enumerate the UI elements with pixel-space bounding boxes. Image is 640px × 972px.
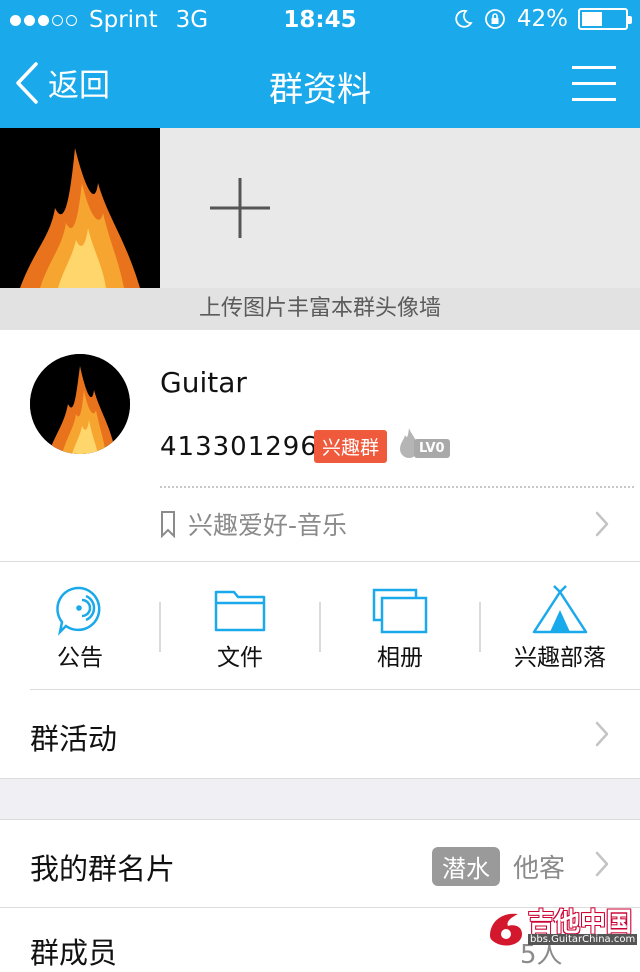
chevron-right-icon: [595, 511, 609, 537]
announcement-icon: [56, 586, 101, 636]
navigation-bar: 返回 群资料: [0, 40, 640, 128]
bonfire-image: [0, 128, 160, 288]
section-gap: [0, 778, 640, 820]
files-button[interactable]: 文件: [160, 562, 320, 690]
group-info-card: Guitar 413301296 兴趣群 LV0 兴趣爱好-音乐: [0, 330, 640, 562]
album-button[interactable]: 相册: [320, 562, 480, 690]
bonfire-avatar-image: [30, 354, 130, 454]
tribe-tent-icon: [532, 585, 588, 634]
member-title-badge: 潜水: [432, 847, 500, 886]
status-bar: Sprint 3G 18:45 42%: [0, 0, 640, 40]
chevron-right-icon: [595, 721, 609, 747]
group-activity-label: 群活动: [30, 722, 118, 756]
announcement-button[interactable]: 公告: [0, 562, 160, 690]
files-label: 文件: [217, 645, 263, 671]
battery-icon: [578, 8, 632, 30]
group-avatar[interactable]: [30, 354, 130, 454]
photo-wall: [0, 128, 640, 288]
chevron-right-icon: [595, 851, 609, 877]
function-grid: 公告 文件 相册 兴趣部落: [0, 562, 640, 690]
interest-tribe-button[interactable]: 兴趣部落: [480, 562, 640, 690]
album-label: 相册: [377, 645, 423, 671]
header-bar: Sprint 3G 18:45 42% 返回 群资料: [0, 0, 640, 128]
guitarchina-logo-icon: [490, 913, 522, 946]
group-category: 兴趣爱好-音乐: [188, 511, 348, 540]
site-watermark: 吉他中国 bbs.GuitarChina.com: [484, 906, 638, 950]
dotted-divider: [160, 486, 634, 488]
rotation-lock-icon: [484, 9, 505, 29]
add-photo-button[interactable]: [160, 128, 320, 288]
group-level: LV0: [414, 439, 450, 458]
group-activity-row[interactable]: 群活动: [0, 690, 640, 778]
page-title: 群资料: [269, 70, 371, 110]
group-id: 413301296: [160, 432, 318, 462]
group-name: Guitar: [160, 366, 247, 399]
plus-icon: [210, 178, 270, 238]
group-level-badge: LV0: [398, 426, 450, 460]
menu-button[interactable]: [572, 66, 616, 106]
interest-group-tag: 兴趣群: [314, 430, 388, 463]
interest-tribe-label: 兴趣部落: [514, 645, 606, 671]
watermark-url: bbs.GuitarChina.com: [528, 934, 638, 945]
group-members-label: 群成员: [30, 936, 118, 970]
battery-percent: 42%: [516, 6, 568, 32]
bookmark-icon: [161, 511, 175, 538]
album-icon: [372, 588, 428, 634]
my-group-card-row[interactable]: 我的群名片 潜水 他客: [0, 820, 640, 908]
upload-hint: 上传图片丰富本群头像墙: [0, 288, 640, 330]
moon-icon: [455, 9, 473, 28]
my-group-card-value: 他客: [513, 854, 566, 884]
announcement-label: 公告: [57, 645, 103, 671]
my-group-card-label: 我的群名片: [30, 852, 176, 886]
group-category-row[interactable]: 兴趣爱好-音乐: [160, 506, 347, 542]
group-photo-thumbnail[interactable]: [0, 128, 160, 288]
folder-icon: [214, 590, 266, 632]
